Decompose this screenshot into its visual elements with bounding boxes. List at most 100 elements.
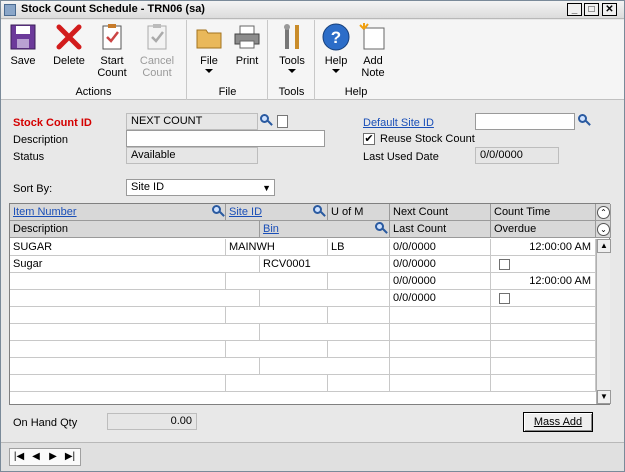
empty-cell[interactable] bbox=[390, 375, 491, 392]
print-button[interactable]: Print bbox=[232, 22, 262, 67]
item-number-cell[interactable] bbox=[10, 273, 226, 290]
cancel-count-button[interactable]: Cancel Count bbox=[137, 22, 177, 79]
empty-cell[interactable] bbox=[491, 341, 596, 358]
bin-cell[interactable] bbox=[260, 290, 390, 307]
tools-icon bbox=[277, 22, 307, 52]
collapse-rows-icon[interactable]: ⌃ bbox=[597, 206, 610, 219]
uom-cell[interactable]: LB bbox=[328, 239, 390, 256]
help-icon: ? bbox=[321, 22, 351, 52]
bin-lookup-icon[interactable] bbox=[373, 221, 389, 237]
empty-cell[interactable] bbox=[10, 375, 226, 392]
first-record-icon[interactable]: |◀ bbox=[11, 450, 27, 464]
help-group: ? Help Add Note Help bbox=[316, 20, 396, 100]
lookup-icon[interactable] bbox=[258, 113, 274, 129]
expand-rows-icon[interactable]: ⌄ bbox=[597, 223, 610, 236]
next-count-cell[interactable]: 0/0/0000 bbox=[390, 239, 491, 256]
on-hand-qty-label: On Hand Qty bbox=[13, 417, 78, 429]
description-cell[interactable]: Sugar bbox=[10, 256, 260, 273]
count-time-cell[interactable]: 12:00:00 AM bbox=[491, 273, 596, 290]
empty-cell[interactable] bbox=[260, 358, 390, 375]
site-id-lookup-icon[interactable] bbox=[311, 204, 327, 220]
next-record-icon[interactable]: ▶ bbox=[45, 450, 61, 464]
item-lookup-icon[interactable] bbox=[210, 204, 226, 220]
window-title: Stock Count Schedule - TRN06 (sa) bbox=[21, 3, 205, 15]
tools-menu-button[interactable]: Tools bbox=[276, 22, 308, 73]
chevron-down-icon bbox=[205, 69, 213, 73]
empty-cell[interactable] bbox=[390, 307, 491, 324]
empty-cell[interactable] bbox=[390, 324, 491, 341]
reuse-stock-count-checkbox[interactable]: ✔ bbox=[363, 133, 375, 145]
bin-header[interactable]: Bin bbox=[260, 221, 390, 238]
overdue-checkbox[interactable] bbox=[499, 293, 510, 304]
delete-button[interactable]: Delete bbox=[49, 22, 89, 67]
actions-group: Save Delete Start Count Cancel Count Act… bbox=[1, 20, 187, 100]
empty-cell[interactable] bbox=[10, 307, 226, 324]
grid-scrollbar[interactable]: ▲ ▼ bbox=[596, 239, 611, 404]
empty-cell[interactable] bbox=[226, 307, 328, 324]
site-lookup-icon[interactable] bbox=[576, 113, 592, 129]
status-label: Status bbox=[13, 151, 45, 163]
sort-by-select[interactable]: Site ID ▼ bbox=[126, 179, 275, 196]
maximize-button[interactable]: □ bbox=[584, 3, 599, 16]
empty-cell[interactable] bbox=[390, 358, 491, 375]
ribbon-toolbar: Save Delete Start Count Cancel Count Act… bbox=[1, 20, 624, 100]
empty-cell[interactable] bbox=[226, 341, 328, 358]
save-icon bbox=[8, 22, 38, 52]
stock-count-id-field[interactable]: NEXT COUNT bbox=[126, 113, 258, 130]
close-button[interactable]: ✕ bbox=[602, 3, 617, 16]
next-count-cell[interactable]: 0/0/0000 bbox=[390, 273, 491, 290]
scroll-up-icon[interactable]: ▲ bbox=[597, 239, 611, 253]
count-time-cell[interactable]: 12:00:00 AM bbox=[491, 239, 596, 256]
count-time-header: Count Time bbox=[491, 204, 596, 221]
empty-cell[interactable] bbox=[10, 341, 226, 358]
empty-cell[interactable] bbox=[328, 341, 390, 358]
empty-cell[interactable] bbox=[491, 358, 596, 375]
bin-cell[interactable]: RCV0001 bbox=[260, 256, 390, 273]
last-count-cell[interactable]: 0/0/0000 bbox=[390, 256, 491, 273]
stock-count-grid: Item Number Site ID U of M Next Count Co… bbox=[9, 203, 611, 405]
add-note-button[interactable]: Add Note bbox=[356, 22, 390, 79]
chevron-down-icon: ▼ bbox=[262, 183, 271, 193]
mass-add-button[interactable]: Mass Add bbox=[523, 412, 593, 432]
scroll-down-icon[interactable]: ▼ bbox=[597, 390, 611, 404]
last-record-icon[interactable]: ▶| bbox=[62, 450, 78, 464]
folder-icon bbox=[194, 22, 224, 52]
description-field[interactable] bbox=[126, 130, 325, 147]
tools-group-label: Tools bbox=[278, 86, 305, 98]
empty-cell[interactable] bbox=[390, 341, 491, 358]
empty-cell[interactable] bbox=[10, 324, 260, 341]
site-id-cell[interactable]: MAINWH bbox=[226, 239, 328, 256]
save-button[interactable]: Save bbox=[7, 22, 39, 67]
default-site-id-field[interactable] bbox=[475, 113, 575, 130]
uom-cell[interactable] bbox=[328, 273, 390, 290]
empty-cell[interactable] bbox=[491, 307, 596, 324]
empty-cell[interactable] bbox=[260, 324, 390, 341]
item-number-header[interactable]: Item Number bbox=[10, 204, 226, 221]
uom-header: U of M bbox=[328, 204, 390, 221]
on-hand-qty-field: 0.00 bbox=[107, 413, 197, 430]
default-site-id-link[interactable]: Default Site ID bbox=[363, 117, 434, 129]
empty-cell[interactable] bbox=[328, 375, 390, 392]
empty-cell[interactable] bbox=[226, 375, 328, 392]
site-id-cell[interactable] bbox=[226, 273, 328, 290]
chevron-down-icon bbox=[332, 69, 340, 73]
empty-cell[interactable] bbox=[328, 307, 390, 324]
help-menu-button[interactable]: ? Help bbox=[320, 22, 352, 73]
empty-cell[interactable] bbox=[491, 324, 596, 341]
minimize-button[interactable]: _ bbox=[567, 3, 582, 16]
previous-record-icon[interactable]: ◀ bbox=[28, 450, 44, 464]
empty-cell[interactable] bbox=[491, 375, 596, 392]
description-cell[interactable] bbox=[10, 290, 260, 307]
last-used-date-field: 0/0/0000 bbox=[475, 147, 559, 164]
overdue-checkbox[interactable] bbox=[499, 259, 510, 270]
printer-icon bbox=[232, 22, 262, 52]
reuse-stock-count-label: Reuse Stock Count bbox=[380, 133, 475, 145]
last-count-cell[interactable]: 0/0/0000 bbox=[390, 290, 491, 307]
file-menu-button[interactable]: File bbox=[194, 22, 224, 73]
note-page-icon[interactable] bbox=[277, 115, 288, 128]
start-count-button[interactable]: Start Count bbox=[94, 22, 130, 79]
empty-cell[interactable] bbox=[10, 358, 260, 375]
last-used-date-label: Last Used Date bbox=[363, 151, 439, 163]
item-number-cell[interactable]: SUGAR bbox=[10, 239, 226, 256]
next-count-header: Next Count bbox=[390, 204, 491, 221]
